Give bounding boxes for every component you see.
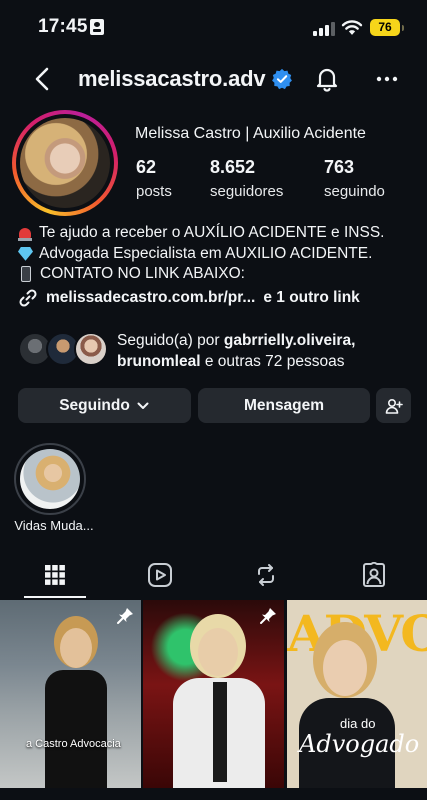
phone-emoji-icon bbox=[21, 266, 31, 283]
profile-avatar[interactable] bbox=[12, 110, 118, 216]
followed-suffix: e outras 72 pessoas bbox=[204, 353, 345, 370]
gem-emoji-icon bbox=[18, 246, 33, 261]
post-caption: a Castro Advocacia bbox=[26, 738, 121, 750]
highlight-label: Vidas Muda... bbox=[14, 518, 94, 533]
battery-icon: 76 bbox=[370, 19, 404, 36]
bio-line: Te ajudo a receber o AUXÍLIO ACIDENTE e … bbox=[18, 223, 418, 244]
photo-detail bbox=[198, 628, 238, 676]
following-button[interactable]: Seguindo bbox=[18, 388, 191, 423]
wifi-icon bbox=[341, 20, 363, 35]
status-bar: 17:45 76 bbox=[0, 0, 427, 52]
profile-link[interactable]: melissadecastro.com.br/pr... e 1 outro l… bbox=[18, 288, 360, 308]
profile-bio: Te ajudo a receber o AUXÍLIO ACIDENTE e … bbox=[18, 223, 418, 285]
stat-following[interactable]: 763 seguindo bbox=[324, 157, 385, 200]
stat-followers[interactable]: 8.652 seguidores bbox=[210, 157, 283, 200]
followed-user: brunomleal bbox=[117, 353, 201, 370]
photo-detail bbox=[323, 640, 367, 696]
stat-value: 763 bbox=[324, 157, 355, 177]
bio-text: Advogada Especialista em AUXILIO ACIDENT… bbox=[39, 244, 373, 262]
profile-full-name: Melissa Castro | Auxilio Acidente bbox=[135, 125, 366, 142]
story-highlight[interactable]: Vidas Muda... bbox=[14, 443, 94, 533]
tab-reposts[interactable] bbox=[235, 552, 297, 598]
stat-label: seguindo bbox=[324, 183, 385, 200]
bio-line: CONTATO NO LINK ABAIXO: bbox=[18, 264, 418, 285]
active-tab-indicator bbox=[24, 596, 86, 598]
post-photo bbox=[45, 628, 107, 788]
chevron-down-icon bbox=[137, 402, 149, 409]
posts-grid: a Castro Advocacia ADVO dia do Advogado bbox=[0, 600, 427, 800]
bio-line: Advogada Especialista em AUXILIO ACIDENT… bbox=[18, 244, 418, 265]
post-small-text: dia do bbox=[340, 716, 376, 731]
post-script-text: Advogado bbox=[299, 730, 420, 758]
stat-label: seguidores bbox=[210, 183, 284, 200]
link-extra: e 1 outro link bbox=[263, 289, 360, 306]
id-card-icon bbox=[90, 19, 104, 35]
suggested-people-button[interactable] bbox=[376, 388, 411, 423]
stat-posts[interactable]: 62 posts bbox=[136, 157, 172, 200]
tagged-person-icon bbox=[363, 562, 385, 587]
cellular-signal-icon bbox=[313, 22, 335, 36]
stat-value: 8.652 bbox=[210, 157, 256, 177]
repost-icon bbox=[258, 564, 274, 586]
stat-value: 62 bbox=[136, 157, 157, 177]
photo-detail bbox=[60, 628, 92, 668]
following-label: Seguindo bbox=[59, 396, 130, 414]
pin-icon bbox=[260, 608, 276, 624]
followed-by-text: Seguido(a) por gabrrielly.oliveira, brun… bbox=[117, 330, 355, 372]
post-thumbnail[interactable]: a Castro Advocacia bbox=[0, 600, 141, 788]
status-time: 17:45 bbox=[38, 16, 88, 37]
link-icon bbox=[19, 289, 37, 307]
follower-avatar bbox=[74, 332, 108, 366]
post-thumbnail[interactable] bbox=[143, 600, 284, 788]
followed-prefix: Seguido(a) por bbox=[117, 332, 220, 349]
message-label: Mensagem bbox=[243, 396, 325, 414]
followed-user: gabrrielly.oliveira, bbox=[223, 332, 356, 349]
profile-photo bbox=[20, 118, 110, 208]
bio-text: CONTATO NO LINK ABAIXO: bbox=[40, 265, 245, 282]
message-button[interactable]: Mensagem bbox=[198, 388, 370, 423]
profile-username: melissacastro.adv bbox=[78, 66, 266, 91]
post-thumbnail[interactable]: ADVO dia do Advogado bbox=[287, 600, 427, 788]
siren-emoji-icon bbox=[18, 226, 32, 241]
back-arrow-icon[interactable] bbox=[28, 64, 58, 94]
verified-badge-icon bbox=[272, 68, 292, 90]
followed-by-section[interactable]: Seguido(a) por gabrrielly.oliveira, brun… bbox=[18, 330, 418, 370]
add-person-icon bbox=[385, 398, 403, 414]
profile-header: melissacastro.adv bbox=[0, 52, 427, 108]
bio-text: Te ajudo a receber o AUXÍLIO ACIDENTE e … bbox=[39, 224, 385, 241]
more-options-icon[interactable] bbox=[372, 64, 402, 94]
reels-icon bbox=[148, 563, 172, 587]
highlight-cover bbox=[20, 449, 80, 509]
grid-icon bbox=[45, 565, 65, 585]
photo-detail bbox=[45, 670, 107, 788]
tab-tagged[interactable] bbox=[343, 552, 405, 598]
tab-reels[interactable] bbox=[129, 552, 191, 598]
tab-posts-grid[interactable] bbox=[24, 552, 86, 598]
profile-tabs bbox=[0, 552, 427, 598]
notification-bell-icon[interactable] bbox=[312, 64, 342, 94]
highlight-ring bbox=[14, 443, 86, 515]
pin-icon bbox=[117, 608, 133, 624]
link-url: melissadecastro.com.br/pr... bbox=[46, 289, 256, 306]
photo-detail bbox=[213, 682, 227, 782]
stat-label: posts bbox=[136, 183, 172, 200]
